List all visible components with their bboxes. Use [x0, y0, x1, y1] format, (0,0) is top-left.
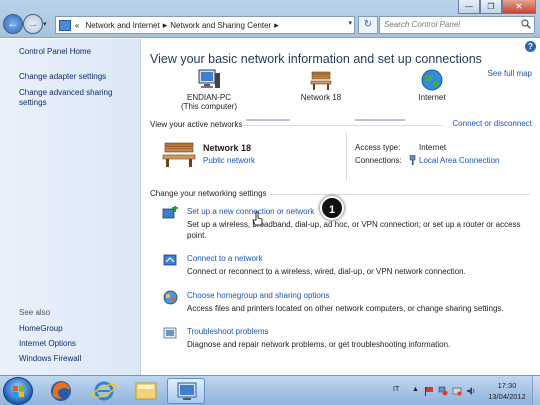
address-bar[interactable]: « Network and Internet ▸ Network and Sha…	[55, 16, 355, 34]
map-connection-line	[355, 119, 405, 121]
homegroup-icon	[163, 290, 178, 305]
connect-disconnect-link[interactable]: Connect or disconnect	[452, 119, 532, 128]
search-icon[interactable]	[521, 19, 531, 29]
active-network-name: Network 18	[203, 143, 252, 153]
section-divider	[270, 194, 530, 195]
see-full-map-link[interactable]: See full map	[488, 69, 532, 78]
task-homegroup-sharing-link[interactable]: Choose homegroup and sharing options	[187, 291, 329, 300]
sidebar-item-change-adapter-settings[interactable]: Change adapter settings	[19, 72, 106, 82]
maximize-button[interactable]: ❐	[480, 0, 502, 14]
clock-time[interactable]: 17:30	[487, 381, 527, 390]
main-content: ? View your basic network information an…	[142, 39, 540, 375]
section-divider	[243, 125, 443, 126]
breadcrumb-network-internet[interactable]: Network and Internet	[85, 21, 159, 30]
control-panel-icon	[177, 382, 197, 400]
breadcrumb-network-sharing-center[interactable]: Network and Sharing Center	[170, 21, 271, 30]
sidebar: Control Panel Home Change adapter settin…	[0, 39, 141, 375]
internet-explorer-icon	[91, 381, 117, 401]
recent-pages-button[interactable]: ▾	[43, 20, 47, 28]
address-overflow-chevron[interactable]: «	[75, 21, 79, 30]
local-area-connection-link[interactable]: Local Area Connection	[419, 156, 500, 165]
taskbar-firefox[interactable]	[42, 378, 80, 404]
sidebar-item-change-advanced-sharing[interactable]: Change advanced sharing settings	[19, 88, 134, 108]
language-indicator[interactable]: IT	[393, 386, 399, 393]
show-desktop-button[interactable]	[532, 376, 540, 405]
control-panel-icon	[59, 19, 71, 31]
networking-settings-heading: Change your networking settings	[150, 189, 267, 198]
task-homegroup-sharing-desc: Access files and printers located on oth…	[187, 304, 504, 313]
speaker-icon[interactable]	[466, 386, 476, 396]
task-setup-connection-desc: Set up a wireless, broadband, dial-up, a…	[187, 220, 521, 240]
address-dropdown-button[interactable]: ▾	[348, 19, 352, 27]
map-node-internet[interactable]: Internet	[408, 69, 456, 102]
windows-logo-icon	[13, 386, 24, 397]
taskbar: IT ▲ 17:30 13/04/2012	[0, 375, 540, 405]
start-button[interactable]	[3, 377, 33, 405]
sidebar-item-homegroup[interactable]: HomeGroup	[19, 324, 63, 334]
display-icon[interactable]	[452, 386, 462, 396]
bench-icon	[310, 71, 332, 90]
help-icon[interactable]: ?	[525, 41, 536, 52]
see-also-heading: See also	[19, 308, 51, 317]
folder-icon	[135, 382, 157, 400]
map-node-network[interactable]: Network 18	[292, 69, 350, 102]
clock-date[interactable]: 13/04/2012	[483, 392, 531, 401]
show-hidden-icons-button[interactable]: ▲	[412, 386, 419, 393]
network-node-label: Network 18	[300, 93, 342, 102]
close-button[interactable]: ✕	[502, 0, 536, 14]
chevron-right-icon[interactable]: ▸	[163, 20, 168, 31]
globe-icon	[421, 69, 443, 91]
taskbar-internet-explorer[interactable]	[85, 378, 123, 404]
bench-icon	[162, 142, 196, 167]
connections-label: Connections:	[355, 156, 402, 165]
task-connect-network-desc: Connect or reconnect to a wireless, wire…	[187, 267, 466, 276]
chevron-right-icon[interactable]: ▸	[274, 20, 279, 31]
title-bar: — ❐ ✕ ← → ▾ « Network and Internet ▸ Net…	[0, 0, 540, 38]
taskbar-explorer[interactable]	[127, 378, 165, 404]
page-title: View your basic network information and …	[150, 52, 482, 66]
taskbar-control-panel[interactable]	[167, 378, 205, 404]
troubleshoot-icon	[163, 327, 177, 339]
active-networks-heading: View your active networks	[150, 120, 243, 129]
search-input[interactable]: Search Control Panel	[379, 16, 535, 34]
map-connection-line	[246, 119, 290, 121]
task-troubleshoot-desc: Diagnose and repair network problems, or…	[187, 340, 451, 349]
task-connect-network-link[interactable]: Connect to a network	[187, 254, 263, 263]
flag-icon[interactable]	[424, 386, 434, 396]
step-number-badge: 1	[320, 196, 344, 220]
new-connection-icon	[162, 206, 178, 219]
firefox-icon	[51, 381, 71, 401]
map-node-computer[interactable]: ENDIAN-PC (This computer)	[178, 69, 240, 111]
minimize-button[interactable]: —	[458, 0, 480, 14]
back-button[interactable]: ←	[3, 14, 23, 34]
refresh-button[interactable]: ↻	[358, 16, 378, 34]
network-cable-icon	[409, 155, 416, 165]
window-controls: — ❐ ✕	[458, 0, 536, 14]
task-troubleshoot-link[interactable]: Troubleshoot problems	[187, 327, 269, 336]
sidebar-item-internet-options[interactable]: Internet Options	[19, 339, 76, 349]
forward-button[interactable]: →	[23, 14, 43, 34]
network-location-link[interactable]: Public network	[203, 156, 255, 165]
sidebar-item-control-panel-home[interactable]: Control Panel Home	[19, 47, 91, 57]
access-type-value: Internet	[419, 143, 447, 152]
sidebar-item-windows-firewall[interactable]: Windows Firewall	[19, 354, 81, 364]
access-type-label: Access type:	[355, 143, 401, 152]
hand-cursor-icon	[252, 211, 263, 226]
vertical-divider	[346, 133, 347, 181]
connect-network-icon	[163, 254, 177, 266]
search-placeholder: Search Control Panel	[384, 20, 461, 29]
computer-name: ENDIAN-PC	[186, 93, 231, 102]
task-setup-connection-link[interactable]: Set up a new connection or network	[187, 207, 314, 216]
computer-caption: (This computer)	[180, 102, 237, 111]
computer-icon	[198, 69, 220, 88]
internet-node-label: Internet	[418, 93, 446, 102]
network-status-icon[interactable]	[438, 386, 448, 396]
